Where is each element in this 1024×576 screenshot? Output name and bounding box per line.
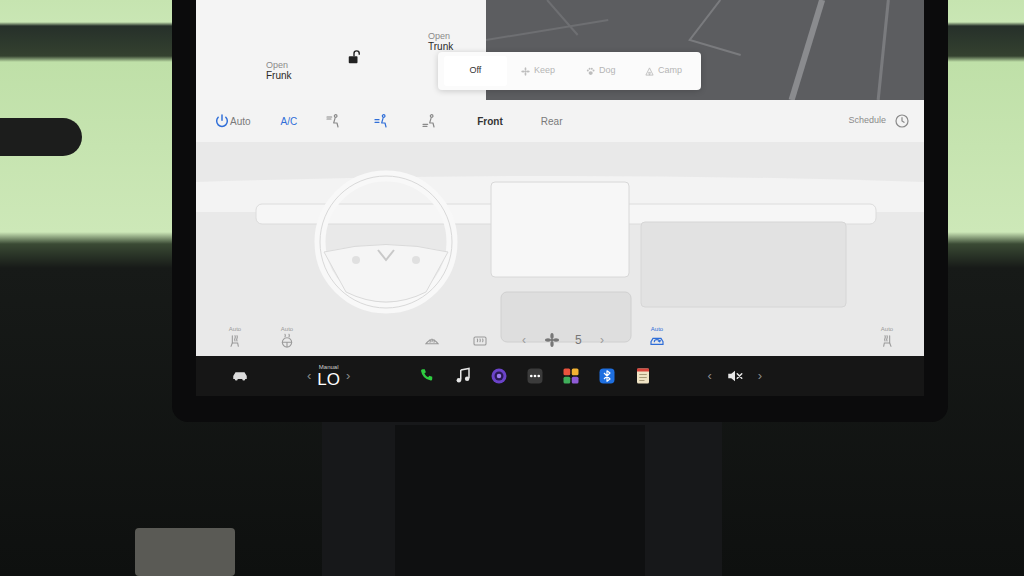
keeper-option[interactable]: Camp xyxy=(632,56,695,86)
auto-label: Auto xyxy=(651,326,663,333)
auto-label: Auto xyxy=(281,326,293,333)
vehicle-panel: OpenFrunkOpenTrunk OffKeepDogCamp xyxy=(196,0,924,100)
bluetooth-icon[interactable] xyxy=(598,367,616,385)
volume-down-button[interactable]: ‹ xyxy=(707,366,711,386)
schedule-button[interactable]: Schedule xyxy=(848,114,886,128)
auto-label: Auto xyxy=(881,326,893,333)
airflow-person-icon[interactable] xyxy=(421,113,437,129)
keeper-option-label: Dog xyxy=(599,64,616,78)
console-tray xyxy=(395,425,645,576)
right-seat-heater[interactable]: Auto xyxy=(876,326,898,349)
keeper-option-label: Camp xyxy=(658,64,682,78)
speaker-muted-icon[interactable] xyxy=(726,367,744,385)
dashboard-photo: OpenFrunkOpenTrunk OffKeepDogCamp AutoA/… xyxy=(0,0,1024,576)
screen: OpenFrunkOpenTrunk OffKeepDogCamp AutoA/… xyxy=(196,0,924,396)
recirculation-icon xyxy=(649,333,665,349)
temp-value: LO xyxy=(317,371,340,388)
paw-icon xyxy=(586,67,595,76)
touchscreen: OpenFrunkOpenTrunk OffKeepDogCamp AutoA/… xyxy=(172,0,948,422)
fan-increase-button[interactable]: › xyxy=(596,331,608,349)
fan-decrease-button[interactable]: ‹ xyxy=(518,331,530,349)
apps-icon[interactable] xyxy=(562,367,580,385)
climate-keeper-menu: Off Keep Dog Camp xyxy=(438,52,701,90)
cabin-render-icon xyxy=(196,142,924,356)
steering-wheel-heat-icon xyxy=(279,333,295,349)
seat-heat-icon xyxy=(227,333,243,349)
seat-heat-icon xyxy=(879,333,895,349)
trunk-action: Open xyxy=(428,31,453,41)
frunk-action: Open xyxy=(266,60,292,70)
clock-icon[interactable] xyxy=(894,113,910,129)
temp-decrease-button[interactable]: ‹ xyxy=(307,366,311,386)
taskbar: ‹ManualLO›‹› xyxy=(196,356,924,396)
airflow-person-icon[interactable] xyxy=(325,113,341,129)
front-defrost-icon xyxy=(424,333,440,349)
ac-button[interactable]: A/C xyxy=(281,114,298,129)
unlocked-padlock-icon[interactable] xyxy=(347,44,361,58)
phone-icon[interactable] xyxy=(418,367,436,385)
volume-control: ‹› xyxy=(707,366,762,386)
temp-mode-label: Manual xyxy=(319,364,339,370)
fan-icon xyxy=(521,67,530,76)
temp-increase-button[interactable]: › xyxy=(346,366,350,386)
frunk-label: Frunk xyxy=(266,70,292,82)
auto-button[interactable]: Auto xyxy=(230,114,251,129)
zone-tab[interactable]: Front xyxy=(477,114,503,129)
auto-label: Auto xyxy=(229,326,241,333)
wiper-stalk xyxy=(0,118,82,156)
rear-defrost-button[interactable] xyxy=(469,326,491,349)
power-icon[interactable] xyxy=(214,113,230,129)
brake-pedal xyxy=(135,528,235,576)
airflow-person-icon[interactable] xyxy=(373,113,389,129)
temperature-display[interactable]: ManualLO xyxy=(317,364,340,388)
climate-bar: Auto A/C Front Rear Schedule xyxy=(196,100,924,142)
zone-tab[interactable]: Rear xyxy=(541,114,563,129)
left-seat-heater[interactable]: Auto xyxy=(224,326,246,349)
notepad-icon[interactable] xyxy=(634,367,652,385)
rear-defrost-icon xyxy=(472,333,488,349)
keeper-option[interactable]: Dog xyxy=(570,56,633,86)
cabin-view: Auto Auto ‹ 5 › Auto Auto xyxy=(196,142,924,356)
keeper-option-label: Off xyxy=(469,64,481,78)
steering-wheel-heater[interactable]: Auto xyxy=(276,326,298,349)
keeper-option[interactable]: Keep xyxy=(507,56,570,86)
car-icon[interactable] xyxy=(231,367,249,385)
tent-icon xyxy=(645,67,654,76)
fan-speed-control: ‹ 5 › xyxy=(518,331,608,349)
keeper-option-label: Keep xyxy=(534,64,555,78)
temperature-control: ‹ ManualLO › xyxy=(307,364,350,388)
open-trunk-button[interactable]: OpenTrunk xyxy=(428,31,453,53)
keeper-option[interactable]: Off xyxy=(444,56,507,86)
front-defrost-button[interactable] xyxy=(421,326,443,349)
more-dots-icon[interactable] xyxy=(526,367,544,385)
cabin-controls: Auto Auto ‹ 5 › Auto Auto xyxy=(196,326,924,349)
open-frunk-button[interactable]: OpenFrunk xyxy=(266,60,292,82)
volume-up-button[interactable]: › xyxy=(758,366,762,386)
recirculation-button[interactable]: Auto xyxy=(646,326,668,349)
music-note-icon[interactable] xyxy=(454,367,472,385)
fan-speed-value: 5 xyxy=(575,331,582,349)
fan-icon xyxy=(544,332,560,348)
camera-icon[interactable] xyxy=(490,367,508,385)
